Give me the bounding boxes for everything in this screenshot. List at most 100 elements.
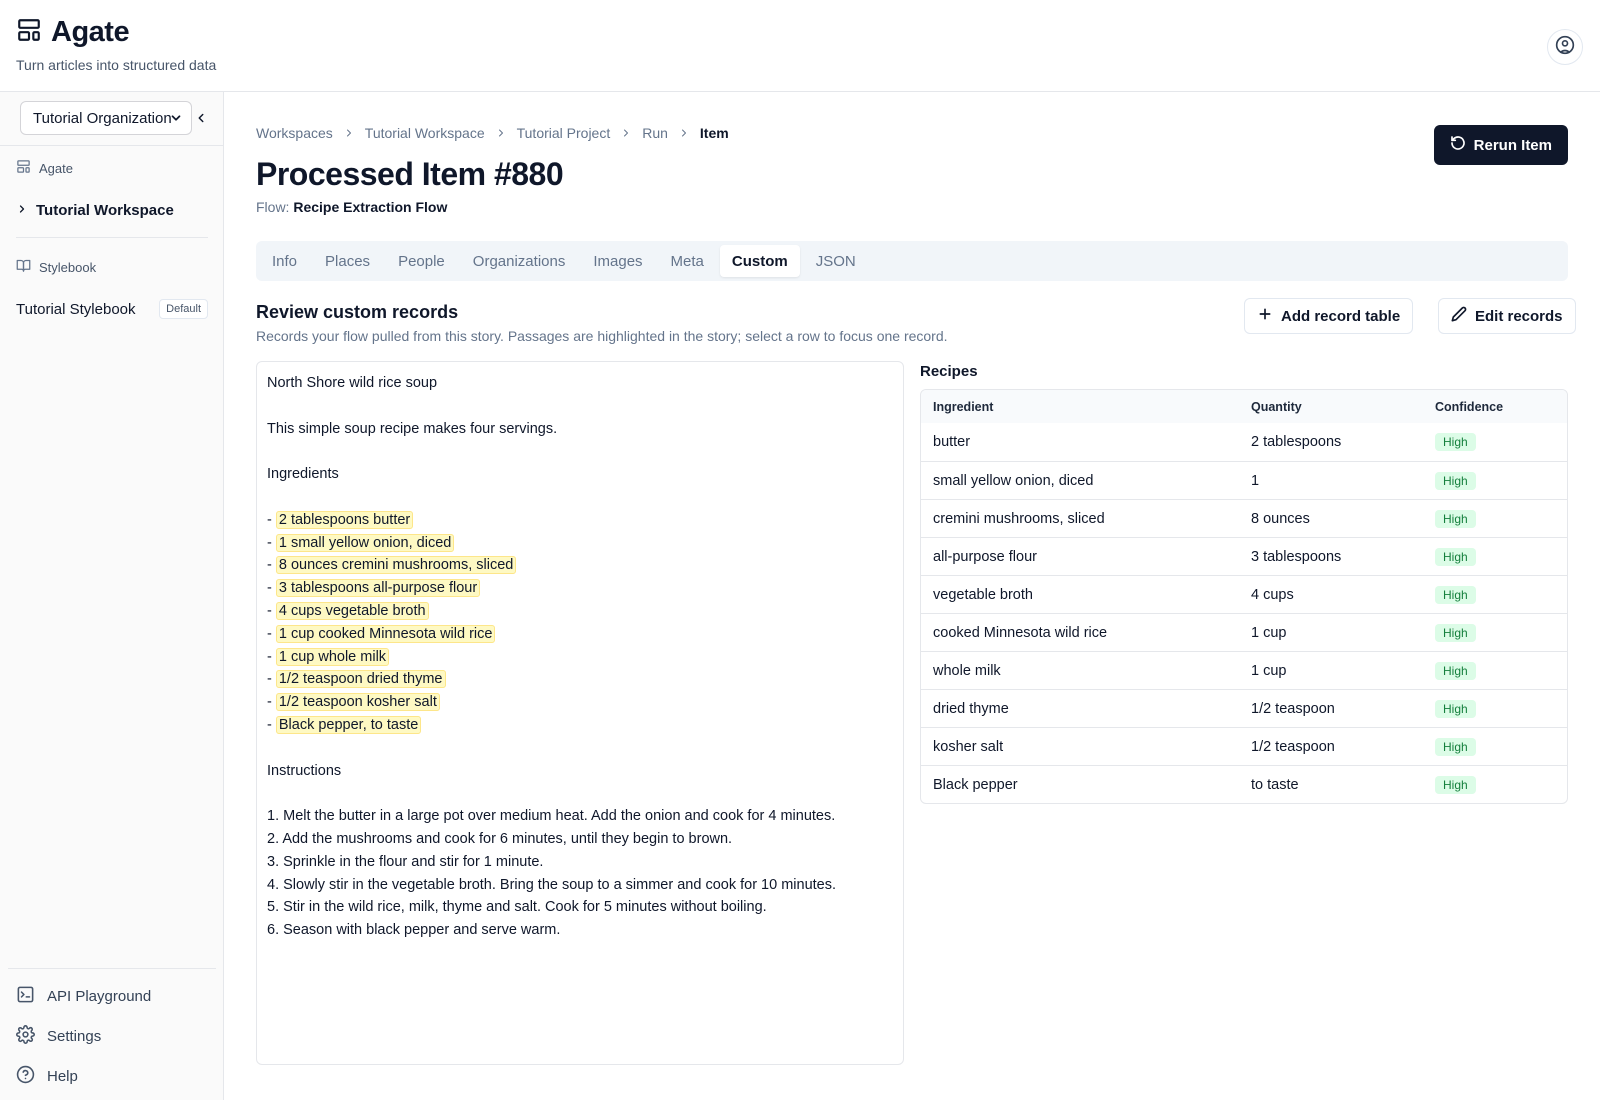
brand[interactable]: Agate	[16, 16, 130, 49]
recipes-table: Ingredient Quantity Confidence butter 2 t…	[920, 389, 1568, 804]
chevron-left-icon	[194, 112, 208, 129]
story-line-text: 2. Add the mushrooms and cook for 6 minu…	[267, 830, 733, 847]
table-row[interactable]: kosher salt 1/2 teaspoon High	[921, 727, 1567, 765]
table-header-row: Ingredient Quantity Confidence	[921, 390, 1567, 423]
story-line-prefix: -	[267, 557, 276, 574]
pencil-icon	[1451, 306, 1467, 326]
sidebar-divider	[0, 145, 224, 146]
section-description: Records your flow pulled from this story…	[256, 328, 948, 344]
cell-confidence: High	[1423, 775, 1567, 794]
tab-images[interactable]: Images	[581, 245, 654, 277]
sidebar-divider	[8, 968, 216, 969]
story-line-prefix: -	[267, 625, 276, 642]
table-row[interactable]: cooked Minnesota wild rice 1 cup High	[921, 613, 1567, 651]
record-table-title: Recipes	[920, 363, 978, 380]
cell-ingredient: small yellow onion, diced	[933, 472, 1094, 489]
table-row[interactable]: all-purpose flour 3 tablespoons High	[921, 537, 1567, 575]
breadcrumb-project[interactable]: Tutorial Project	[517, 125, 611, 141]
cell-confidence: High	[1423, 585, 1567, 604]
highlighted-passage[interactable]: Black pepper, to taste	[275, 715, 422, 734]
highlighted-passage[interactable]: 1 cup cooked Minnesota wild rice	[275, 624, 496, 643]
breadcrumb-run[interactable]: Run	[642, 125, 668, 141]
story-line: - 1 small yellow onion, diced	[267, 532, 893, 555]
sidebar-item-api-playground[interactable]: API Playground	[16, 985, 151, 1008]
table-row[interactable]: whole milk 1 cup High	[921, 651, 1567, 689]
confidence-badge: High	[1435, 661, 1476, 680]
sidebar-section-stylebook: Stylebook	[16, 258, 96, 276]
tab-people[interactable]: People	[386, 245, 457, 277]
confidence-badge: High	[1435, 699, 1476, 718]
story-line: North Shore wild rice soup	[267, 372, 893, 395]
cell-ingredient: all-purpose flour	[933, 548, 1037, 565]
tab-custom[interactable]: Custom	[719, 245, 800, 277]
story-line: - 1/2 teaspoon kosher salt	[267, 691, 893, 714]
story-line	[267, 782, 893, 805]
story-line	[267, 486, 893, 509]
cell-quantity: 1/2 teaspoon	[1251, 700, 1335, 717]
story-line-text: This simple soup recipe makes four servi…	[267, 420, 558, 437]
breadcrumb-workspaces[interactable]: Workspaces	[256, 125, 333, 141]
highlighted-passage[interactable]: 1/2 teaspoon dried thyme	[275, 670, 446, 689]
highlighted-passage[interactable]: 4 cups vegetable broth	[275, 601, 429, 620]
story-line-prefix: -	[267, 602, 276, 619]
section-title: Review custom records	[256, 302, 459, 322]
sidebar-item-workspace[interactable]: Tutorial Workspace	[16, 202, 174, 219]
table-row[interactable]: butter 2 tablespoons High	[921, 423, 1567, 461]
chevron-right-icon	[16, 202, 28, 219]
story-text-panel[interactable]: North Shore wild rice soup This simple so…	[256, 361, 904, 1065]
add-record-table-label: Add record table	[1281, 307, 1401, 325]
tab-places[interactable]: Places	[313, 245, 382, 277]
highlighted-passage[interactable]: 1 cup whole milk	[275, 647, 390, 666]
story-line-text: 3. Sprinkle in the flour and stir for 1 …	[267, 853, 544, 870]
confidence-badge: High	[1435, 471, 1476, 490]
breadcrumb-workspace[interactable]: Tutorial Workspace	[365, 125, 485, 141]
table-row[interactable]: dried thyme 1/2 teaspoon High	[921, 689, 1567, 727]
highlighted-passage[interactable]: 3 tablespoons all-purpose flour	[275, 579, 481, 598]
rerun-item-button[interactable]: Rerun Item	[1433, 125, 1568, 165]
cell-confidence: High	[1423, 433, 1567, 451]
story-line: - 1 cup whole milk	[267, 646, 893, 669]
tab-info[interactable]: Info	[260, 245, 309, 277]
story-line-prefix: -	[267, 534, 276, 551]
cell-confidence: High	[1423, 661, 1567, 680]
highlighted-passage[interactable]: 1 small yellow onion, diced	[275, 533, 455, 552]
highlighted-passage[interactable]: 2 tablespoons butter	[275, 510, 414, 529]
tab-json[interactable]: JSON	[804, 245, 868, 277]
table-row[interactable]: small yellow onion, diced 1 High	[921, 461, 1567, 499]
flow-info: Flow: Recipe Extraction Flow	[256, 199, 447, 215]
story-line: - 2 tablespoons butter	[267, 509, 893, 532]
story-line-text: 1. Melt the butter in a large pot over m…	[267, 808, 836, 825]
table-row[interactable]: vegetable broth 4 cups High	[921, 575, 1567, 613]
sidebar-section-label: Agate	[39, 160, 73, 176]
edit-records-button[interactable]: Edit records	[1438, 298, 1576, 334]
cell-ingredient: dried thyme	[933, 700, 1009, 717]
sidebar-item-label: Tutorial Workspace	[36, 202, 174, 219]
tab-organizations[interactable]: Organizations	[461, 245, 578, 277]
organization-select[interactable]: Tutorial Organization	[20, 101, 192, 135]
story-line: - 1/2 teaspoon dried thyme	[267, 668, 893, 691]
collapse-sidebar-button[interactable]	[194, 111, 208, 130]
sidebar-item-label: Settings	[47, 1028, 102, 1045]
cell-confidence: High	[1423, 623, 1567, 642]
chevron-down-icon	[169, 111, 183, 129]
confidence-badge: High	[1435, 623, 1476, 642]
story-line-text: 6. Season with black pepper and serve wa…	[267, 922, 561, 939]
page-title: Processed Item #880	[256, 156, 564, 192]
story-line-prefix: -	[267, 511, 276, 528]
tab-meta[interactable]: Meta	[659, 245, 716, 277]
cell-confidence: High	[1423, 509, 1567, 528]
sidebar-item-stylebook[interactable]: Tutorial Stylebook Default	[16, 299, 208, 319]
story-line-text: 4. Slowly stir in the vegetable broth. B…	[267, 876, 837, 893]
highlighted-passage[interactable]: 1/2 teaspoon kosher salt	[275, 693, 440, 712]
sidebar-item-help[interactable]: Help	[16, 1065, 78, 1088]
table-row[interactable]: Black pepper to taste High	[921, 765, 1567, 803]
sidebar-item-settings[interactable]: Settings	[16, 1025, 101, 1048]
highlighted-passage[interactable]: 8 ounces cremini mushrooms, sliced	[275, 556, 517, 575]
story-line: - Black pepper, to taste	[267, 714, 893, 737]
table-row[interactable]: cremini mushrooms, sliced 8 ounces High	[921, 499, 1567, 537]
add-record-table-button[interactable]: Add record table	[1244, 298, 1414, 334]
story-line-text: North Shore wild rice soup	[267, 375, 438, 391]
flow-name[interactable]: Recipe Extraction Flow	[293, 199, 447, 215]
story-line: 5. Stir in the wild rice, milk, thyme an…	[267, 896, 893, 919]
profile-button[interactable]	[1547, 29, 1583, 65]
